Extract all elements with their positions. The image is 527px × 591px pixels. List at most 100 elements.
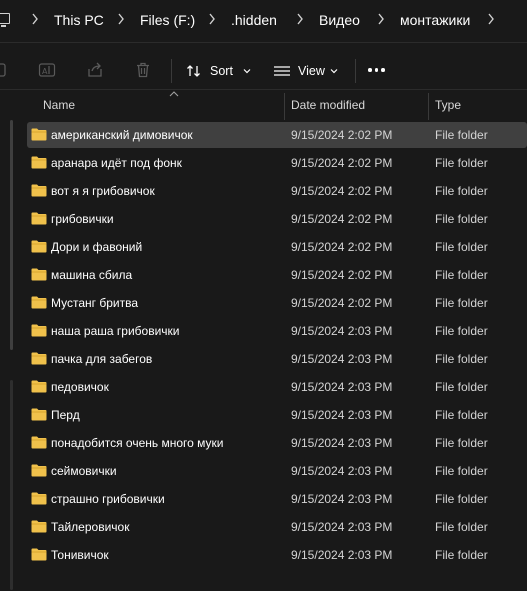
- folder-icon: [31, 464, 47, 477]
- share-icon[interactable]: [85, 60, 105, 80]
- file-type: File folder: [435, 436, 488, 450]
- file-row[interactable]: Дори и фавоний 9/15/2024 2:02 PM File fold…: [27, 234, 527, 260]
- folder-icon: [31, 296, 47, 309]
- folder-icon: [31, 268, 47, 281]
- column-header-name[interactable]: Name: [43, 98, 75, 112]
- file-date-modified: 9/15/2024 2:03 PM: [291, 324, 393, 338]
- folder-icon: [31, 520, 47, 533]
- file-type: File folder: [435, 520, 488, 534]
- file-name: Дори и фавоний: [51, 240, 143, 254]
- sort-button[interactable]: Sort: [186, 59, 251, 83]
- file-name: американский димовичок: [51, 128, 193, 142]
- file-row[interactable]: американский димовичок 9/15/2024 2:02 PM F…: [27, 122, 527, 148]
- file-date-modified: 9/15/2024 2:03 PM: [291, 408, 393, 422]
- file-type: File folder: [435, 380, 488, 394]
- column-divider[interactable]: [284, 93, 285, 120]
- address-bar[interactable]: This PC Files (F:) .hidden Видео монтажи…: [0, 0, 527, 42]
- navigation-pane: [0, 90, 14, 591]
- folder-icon: [31, 240, 47, 253]
- folder-icon: [31, 128, 47, 141]
- column-header-row: Name Date modified Type: [14, 90, 527, 120]
- file-row[interactable]: пачка для забегов 9/15/2024 2:03 PM File f…: [27, 346, 527, 372]
- chevron-right-icon[interactable]: [486, 11, 496, 27]
- file-date-modified: 9/15/2024 2:02 PM: [291, 240, 393, 254]
- folder-icon: [31, 156, 47, 169]
- rename-icon[interactable]: A: [37, 60, 57, 80]
- file-name: вот я я грибовичок: [51, 184, 155, 198]
- column-header-date-modified[interactable]: Date modified: [291, 98, 365, 112]
- file-row[interactable]: вот я я грибовичок 9/15/2024 2:02 PM File …: [27, 178, 527, 204]
- sort-ascending-icon: [169, 91, 179, 97]
- file-date-modified: 9/15/2024 2:02 PM: [291, 156, 393, 170]
- file-name: Мустанг бритва: [51, 296, 139, 310]
- chevron-right-icon[interactable]: [207, 11, 217, 27]
- folder-icon: [31, 212, 47, 225]
- file-date-modified: 9/15/2024 2:02 PM: [291, 128, 393, 142]
- column-header-type[interactable]: Type: [435, 98, 461, 112]
- view-list-icon: [274, 66, 290, 76]
- scissors-icon[interactable]: [0, 60, 12, 80]
- file-row[interactable]: Тайлеровичок 9/15/2024 2:03 PM File folder: [27, 514, 527, 540]
- file-name: аранара идёт под фонк: [51, 156, 182, 170]
- file-type: File folder: [435, 464, 488, 478]
- file-type: File folder: [435, 240, 488, 254]
- file-row[interactable]: страшно грибовички 9/15/2024 2:03 PM File …: [27, 486, 527, 512]
- file-type: File folder: [435, 212, 488, 226]
- file-row[interactable]: педовичок 9/15/2024 2:03 PM File folder: [27, 374, 527, 400]
- file-name: грибовички: [51, 212, 114, 226]
- view-label: View: [298, 64, 325, 78]
- file-row[interactable]: сеймовички 9/15/2024 2:03 PM File folder: [27, 458, 527, 484]
- file-date-modified: 9/15/2024 2:03 PM: [291, 492, 393, 506]
- chevron-down-icon: [330, 69, 338, 74]
- file-name: сеймовички: [51, 464, 117, 478]
- chevron-right-icon[interactable]: [295, 11, 305, 27]
- file-date-modified: 9/15/2024 2:02 PM: [291, 212, 393, 226]
- toolbar-separator: [355, 59, 356, 83]
- file-type: File folder: [435, 128, 488, 142]
- sort-label: Sort: [210, 64, 233, 78]
- file-row[interactable]: машина сбила 9/15/2024 2:02 PM File folder: [27, 262, 527, 288]
- file-row[interactable]: понадобится очень много муки 9/15/2024 2:…: [27, 430, 527, 456]
- file-type: File folder: [435, 492, 488, 506]
- file-row[interactable]: наша раша грибовички 9/15/2024 2:03 PM Fil…: [27, 318, 527, 344]
- file-row[interactable]: грибовички 9/15/2024 2:02 PM File folder: [27, 206, 527, 232]
- breadcrumb-item-hidden[interactable]: .hidden: [231, 12, 277, 28]
- file-explorer-window: This PC Files (F:) .hidden Видео монтажи…: [0, 0, 527, 591]
- trash-icon[interactable]: [133, 60, 153, 80]
- folder-icon: [31, 548, 47, 561]
- view-button[interactable]: View: [273, 59, 338, 83]
- navigation-pane-scrollbar[interactable]: [10, 120, 13, 350]
- toolbar-separator: [171, 59, 172, 83]
- breadcrumb-item-video[interactable]: Видео: [319, 12, 360, 28]
- more-horizontal-icon[interactable]: [368, 68, 385, 72]
- chevron-right-icon[interactable]: [376, 11, 386, 27]
- file-name: педовичок: [51, 380, 109, 394]
- breadcrumb-item-current[interactable]: монтажики: [400, 12, 470, 28]
- breadcrumb-item-drive[interactable]: Files (F:): [140, 12, 195, 28]
- chevron-right-icon[interactable]: [30, 11, 40, 27]
- file-name: наша раша грибовички: [51, 324, 180, 338]
- file-name: Тайлеровичок: [51, 520, 130, 534]
- file-type: File folder: [435, 268, 488, 282]
- column-divider[interactable]: [428, 93, 429, 120]
- breadcrumb-item-this-pc[interactable]: This PC: [54, 12, 104, 28]
- folder-icon: [31, 492, 47, 505]
- file-name: понадобится очень много муки: [51, 436, 224, 450]
- file-name: Тонивичок: [51, 548, 109, 562]
- file-date-modified: 9/15/2024 2:03 PM: [291, 548, 393, 562]
- monitor-icon[interactable]: [0, 13, 10, 27]
- file-date-modified: 9/15/2024 2:03 PM: [291, 352, 393, 366]
- file-row[interactable]: Тонивичок 9/15/2024 2:03 PM File folder: [27, 542, 527, 568]
- file-type: File folder: [435, 324, 488, 338]
- file-row[interactable]: Мустанг бритва 9/15/2024 2:02 PM File fold…: [27, 290, 527, 316]
- file-row[interactable]: аранара идёт под фонк 9/15/2024 2:02 PM Fi…: [27, 150, 527, 176]
- file-type: File folder: [435, 548, 488, 562]
- folder-icon: [31, 352, 47, 365]
- chevron-down-icon: [243, 69, 251, 74]
- file-type: File folder: [435, 408, 488, 422]
- folder-icon: [31, 184, 47, 197]
- file-row[interactable]: Перд 9/15/2024 2:03 PM File folder: [27, 402, 527, 428]
- chevron-right-icon[interactable]: [116, 11, 126, 27]
- file-name: Перд: [51, 408, 80, 422]
- file-date-modified: 9/15/2024 2:03 PM: [291, 520, 393, 534]
